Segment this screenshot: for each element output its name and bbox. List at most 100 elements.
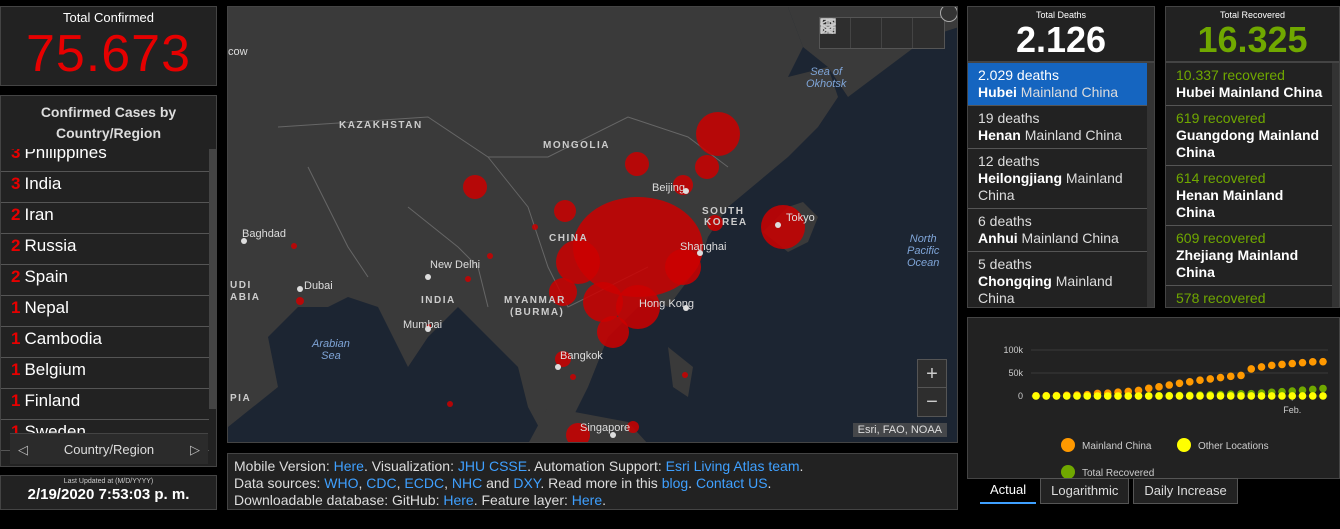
city-label-shanghai: Shanghai: [680, 241, 727, 253]
chart-point-mainland-china: [1175, 379, 1184, 388]
recovered-row[interactable]: 614 recovered Henan Mainland China: [1166, 166, 1334, 226]
chart-point-mainland-china: [1278, 360, 1286, 369]
deaths-row[interactable]: 19 deaths Henan Mainland China: [968, 106, 1148, 149]
deaths-row[interactable]: 2.029 deaths Hubei Mainland China: [968, 63, 1148, 106]
jhu-csse-link[interactable]: JHU CSSE: [458, 458, 527, 474]
total-deaths-panel: Total Deaths 2.126: [967, 6, 1155, 62]
country-label-pia: PIA: [230, 393, 252, 404]
basemap-icon[interactable]: [820, 18, 944, 48]
zoom-in-button[interactable]: +: [918, 360, 946, 388]
chart-point-other-locations: [1206, 392, 1215, 400]
deaths-row[interactable]: 12 deaths Heilongjiang Mainland China: [968, 149, 1148, 209]
chart-point-other-locations: [1216, 392, 1225, 400]
province-name: Guangdong: [1176, 127, 1255, 143]
recovered-scrollbar[interactable]: [1332, 63, 1339, 307]
total-deaths-value: 2.126: [1015, 19, 1107, 60]
recovered-list[interactable]: 10.337 recovered Hubei Mainland China 619 …: [1165, 62, 1340, 308]
recovered-row[interactable]: 578 recoveredHunan Mainland China: [1166, 286, 1334, 308]
dxy-link[interactable]: DXY: [513, 475, 540, 491]
city-label-beijing: Beijing: [652, 182, 686, 194]
map-toolbar: [819, 17, 945, 49]
contact-link[interactable]: Contact US: [696, 475, 768, 491]
chart-tab[interactable]: Daily Increase: [1133, 478, 1238, 504]
recovered-row[interactable]: 609 recovered Zhejiang Mainland China: [1166, 226, 1334, 286]
chart-point-other-locations: [1196, 392, 1204, 400]
y-tick-label: 0: [1018, 391, 1023, 401]
map-attribution: Esri, FAO, NOAA: [852, 423, 947, 437]
deaths-scrollbar[interactable]: [1147, 63, 1154, 307]
country-row[interactable]: 1 Belgium: [1, 358, 209, 389]
recovered-row[interactable]: 619 recovered Guangdong Mainland China: [1166, 106, 1334, 166]
recovered-count: 578 recovered: [1176, 290, 1266, 306]
chart-point-other-locations: [1257, 392, 1266, 400]
blog-link[interactable]: blog: [662, 475, 688, 491]
github-link[interactable]: Here: [443, 492, 473, 508]
city-label-new-delhi: New Delhi: [430, 259, 481, 271]
recovered-row[interactable]: 10.337 recovered Hubei Mainland China: [1166, 63, 1334, 106]
deaths-list[interactable]: 2.029 deaths Hubei Mainland China 19 death…: [967, 62, 1155, 308]
next-arrow-icon[interactable]: ▷: [190, 434, 200, 465]
deaths-row[interactable]: 5 deaths Chongqing Mainland China: [968, 252, 1148, 307]
map-view[interactable]: cow KAZAKHSTAN MONGOLIA CHINA INDIA MYAN…: [227, 6, 958, 443]
zoom-out-button[interactable]: −: [918, 388, 946, 416]
province-name: Henan: [978, 127, 1021, 143]
country-label-arabia-1: UDI: [230, 280, 252, 291]
country-row[interactable]: 2 Spain: [1, 265, 209, 296]
chart-tab[interactable]: Actual: [980, 478, 1037, 504]
chart-point-mainland-china: [1237, 371, 1245, 380]
x-tick-label: Feb.: [1283, 405, 1301, 415]
chart-point-other-locations: [1032, 392, 1040, 400]
zoom-control: + −: [917, 359, 947, 417]
ecdc-link[interactable]: ECDC: [404, 475, 444, 491]
province-name: Hunan: [1176, 307, 1220, 308]
country-row[interactable]: 1 Nepal: [1, 296, 209, 327]
sea-label-pacific: North Pacific Ocean: [907, 233, 940, 269]
country-count: 2: [11, 205, 21, 224]
who-link[interactable]: WHO: [324, 475, 358, 491]
country-count: 1: [11, 391, 21, 410]
country-row[interactable]: 1 Finland: [1, 389, 209, 420]
country-label-south-korea-1: SOUTH: [702, 206, 745, 217]
cdc-link[interactable]: CDC: [366, 475, 396, 491]
city-label-tokyo: Tokyo: [786, 212, 815, 224]
country-row[interactable]: 3 Philippines: [1, 149, 209, 172]
country-row[interactable]: 2 Russia: [1, 234, 209, 265]
mobile-version-link[interactable]: Here: [334, 458, 364, 474]
deaths-row[interactable]: 6 deaths Anhui Mainland China: [968, 209, 1148, 252]
chart-point-other-locations: [1237, 392, 1245, 400]
total-confirmed-value: 75.673: [25, 25, 192, 83]
country-name: Mainland China: [1218, 84, 1323, 100]
country-list[interactable]: 3 Philippines 3 India 2 Iran 2 Russia 2 Spain 1 Nep…: [1, 149, 209, 529]
country-row[interactable]: 3 India: [1, 172, 209, 203]
country-label-kazakhstan: KAZAKHSTAN: [339, 120, 423, 131]
country-label-mongolia: MONGOLIA: [543, 140, 610, 151]
chart-tab[interactable]: Logarithmic: [1040, 478, 1130, 504]
province-name: Hubei: [1176, 84, 1215, 100]
chart-point-other-locations: [1155, 392, 1163, 400]
recovered-count: 609 recovered: [1176, 230, 1266, 246]
country-label-india: INDIA: [421, 295, 456, 306]
country-list-scrollbar[interactable]: [209, 149, 216, 409]
nhc-link[interactable]: NHC: [452, 475, 482, 491]
province-name: Zhejiang: [1176, 247, 1234, 263]
country-row[interactable]: 2 Iran: [1, 203, 209, 234]
legend-swatch: [1061, 465, 1075, 479]
legend-icon[interactable]: [821, 18, 882, 48]
chart-point-mainland-china: [1267, 361, 1276, 370]
chart-point-other-locations: [1319, 392, 1327, 400]
chart-point-other-locations: [1114, 392, 1122, 400]
chart-point-mainland-china: [1226, 372, 1235, 381]
feature-layer-link[interactable]: Here: [572, 492, 602, 508]
province-name: Chongqing: [978, 273, 1052, 289]
country-name: Spain: [24, 267, 68, 286]
layers-icon[interactable]: [820, 18, 913, 48]
country-name: Finland: [24, 391, 81, 410]
country-row[interactable]: 1 Cambodia: [1, 327, 209, 358]
chart-point-other-locations: [1278, 392, 1286, 400]
prev-arrow-icon[interactable]: ◁: [18, 434, 28, 465]
deaths-count: 12 deaths: [978, 153, 1040, 169]
chart-point-other-locations: [1073, 392, 1081, 400]
esri-living-atlas-link[interactable]: Esri Living Atlas team: [666, 458, 800, 474]
country-count: 2: [11, 236, 21, 255]
recovered-count: 614 recovered: [1176, 170, 1266, 186]
